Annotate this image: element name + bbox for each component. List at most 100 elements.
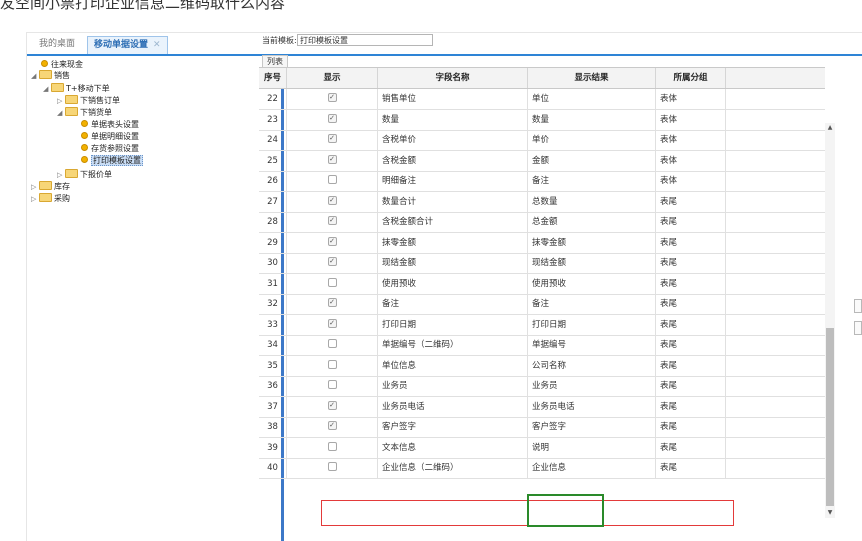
expanded-arrow-icon[interactable]: ◢ [31,71,39,82]
display-result-cell[interactable]: 现结金额 [528,253,656,273]
table-row[interactable]: 30 ✓ 现结金额 现结金额 表尾 [259,253,825,274]
group-cell: 表尾 [656,273,726,294]
row-number: 29 [259,232,287,253]
show-checkbox[interactable]: ✓ [327,298,337,307]
table-row[interactable]: 34 单据编号（二维码） 单据编号 表尾 [259,335,825,356]
display-result-cell[interactable]: 抹零金额 [528,232,656,253]
tree-item-mobile-order[interactable]: ◢ T+移动下单 [43,83,110,94]
table-row[interactable]: 28 ✓ 含税金额合计 总金额 表尾 [259,212,825,233]
tree-item-delivery[interactable]: ◢ 下销货单 [57,107,112,118]
vertical-scrollbar[interactable]: ▲ ▼ [825,123,835,518]
table-row[interactable]: 31 使用预收 使用预收 表尾 [259,273,825,295]
table-row[interactable]: 27 ✓ 数量合计 总数量 表尾 [259,191,825,213]
row-number: 23 [259,109,287,130]
display-result-cell[interactable]: 总金额 [528,212,656,232]
table-row[interactable]: 33 ✓ 打印日期 打印日期 表尾 [259,314,825,336]
display-result-cell[interactable]: 公司名称 [528,355,656,376]
tab-mobile-doc-settings[interactable]: 移动单据设置 ✕ [87,36,168,54]
table-row[interactable]: 37 ✓ 业务员电话 业务员电话 表尾 [259,396,825,418]
tree-item-cash[interactable]: 往来现金 [41,59,83,70]
show-checkbox[interactable] [327,339,337,348]
show-checkbox[interactable]: ✓ [327,421,337,430]
display-result-cell[interactable]: 企业信息 [528,458,656,478]
show-checkbox[interactable]: ✓ [327,113,337,123]
table-row[interactable]: 22 ✓ 销售单位 单位 表体 [259,89,825,110]
table-row[interactable]: 32 ✓ 备注 备注 表尾 [259,294,825,315]
display-result-cell[interactable]: 备注 [528,171,656,191]
table-row[interactable]: 26 明细备注 备注 表体 [259,171,825,192]
show-checkbox[interactable] [327,380,337,389]
table-row[interactable]: 38 ✓ 客户签字 客户签字 表尾 [259,417,825,438]
table-row[interactable]: 23 ✓ 数量 数量 表体 [259,109,825,131]
tab-bar: 我的桌面 移动单据设置 ✕ [27,33,862,56]
display-result-cell[interactable]: 备注 [528,294,656,314]
display-result-cell[interactable]: 客户签字 [528,417,656,437]
show-checkbox[interactable] [327,441,337,451]
show-checkbox[interactable]: ✓ [327,154,337,164]
display-result-cell[interactable]: 金额 [528,150,656,171]
show-checkbox[interactable] [327,175,337,184]
display-result-cell[interactable]: 单价 [528,130,656,150]
tree-item-stock-ref[interactable]: 存货参照设置 [81,143,139,154]
table-row[interactable]: 24 ✓ 含税单价 单价 表体 [259,130,825,151]
row-number: 32 [259,294,287,314]
table-row[interactable]: 39 文本信息 说明 表尾 [259,437,825,459]
expanded-arrow-icon[interactable]: ◢ [57,108,65,119]
display-result-cell[interactable]: 业务员电话 [528,396,656,417]
show-checkbox[interactable] [327,462,337,471]
tree-item-purchase[interactable]: ▷ 采购 [31,193,70,204]
show-checkbox[interactable]: ✓ [327,236,337,246]
scroll-down-icon[interactable]: ▼ [825,508,835,518]
display-result-cell[interactable]: 数量 [528,109,656,130]
column-header-num[interactable]: 序号 [259,68,287,88]
tree-item-sales[interactable]: ◢ 销售 [31,70,70,81]
tab-my-desktop[interactable]: 我的桌面 [33,37,81,52]
tree-item-detail-settings[interactable]: 单据明细设置 [81,131,139,142]
tree-item-inventory[interactable]: ▷ 库存 [31,181,70,192]
table-row[interactable]: 35 单位信息 公司名称 表尾 [259,355,825,377]
field-name-cell: 客户签字 [378,417,528,437]
close-icon[interactable]: ✕ [153,40,161,50]
display-result-cell[interactable]: 打印日期 [528,314,656,335]
scroll-up-icon[interactable]: ▲ [825,123,835,133]
collapsed-arrow-icon[interactable]: ▷ [57,170,65,181]
group-cell: 表尾 [656,376,726,396]
tree-item-header-settings[interactable]: 单据表头设置 [81,119,139,130]
table-row[interactable]: 25 ✓ 含税金额 金额 表体 [259,150,825,172]
group-cell: 表体 [656,150,726,171]
tree-item-quote[interactable]: ▷ 下报价单 [57,169,112,180]
tree-item-sales-order[interactable]: ▷ 下销售订单 [57,95,120,106]
display-result-cell[interactable]: 总数量 [528,191,656,212]
show-checkbox[interactable] [327,277,337,287]
tree-item-print-template[interactable]: 打印模板设置 [81,155,143,166]
show-cell: ✓ [287,191,378,212]
side-panel-button[interactable] [854,299,862,313]
show-checkbox[interactable]: ✓ [327,257,337,266]
template-input[interactable]: 打印模板设置 [297,34,433,46]
display-result-cell[interactable]: 单据编号 [528,335,656,355]
side-panel-button[interactable] [854,321,862,335]
display-result-cell[interactable]: 说明 [528,437,656,458]
show-checkbox[interactable]: ✓ [327,216,337,225]
column-header-group[interactable]: 所属分组 [656,68,726,88]
collapsed-arrow-icon[interactable]: ▷ [31,182,39,193]
display-result-cell[interactable]: 使用预收 [528,273,656,294]
column-header-field-name[interactable]: 字段名称 [378,68,528,88]
collapsed-arrow-icon[interactable]: ▷ [31,194,39,205]
show-checkbox[interactable]: ✓ [327,195,337,205]
expanded-arrow-icon[interactable]: ◢ [43,84,51,95]
show-checkbox[interactable]: ✓ [327,318,337,328]
collapsed-arrow-icon[interactable]: ▷ [57,96,65,107]
table-row[interactable]: 36 业务员 业务员 表尾 [259,376,825,397]
table-row[interactable]: 29 ✓ 抹零金额 抹零金额 表尾 [259,232,825,254]
show-checkbox[interactable]: ✓ [327,134,337,143]
show-checkbox[interactable]: ✓ [327,400,337,410]
display-result-cell[interactable]: 单位 [528,89,656,109]
scroll-thumb[interactable] [826,328,834,506]
table-row[interactable]: 40 企业信息（二维码） 企业信息 表尾 [259,458,825,479]
column-header-show[interactable]: 显示 [287,68,378,88]
display-result-cell[interactable]: 业务员 [528,376,656,396]
show-checkbox[interactable] [327,359,337,369]
show-checkbox[interactable]: ✓ [327,93,337,102]
column-header-result[interactable]: 显示结果 [528,68,656,88]
